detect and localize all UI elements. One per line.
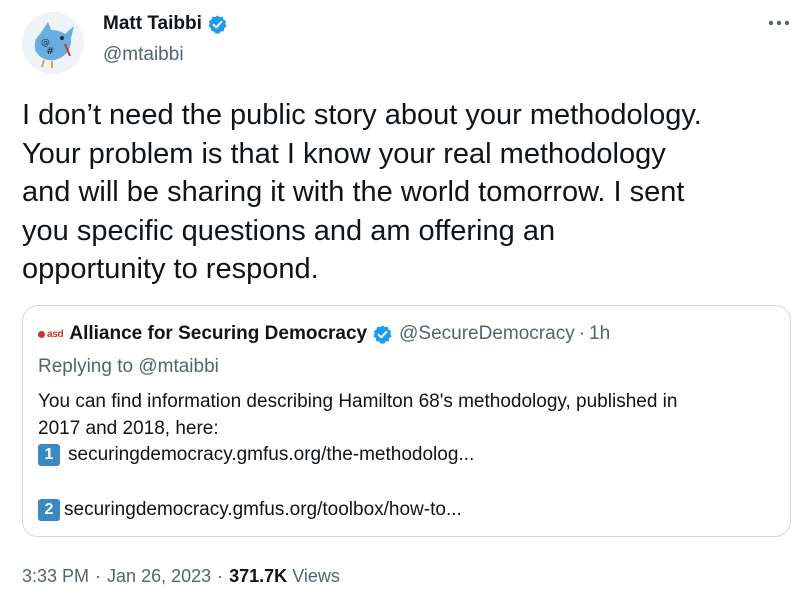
- more-horizontal-icon: [768, 20, 790, 26]
- link-url[interactable]: securingdemocracy.gmfus.org/the-methodol…: [68, 444, 474, 466]
- tweet-text-line: I don’t need the public story about your…: [22, 99, 702, 131]
- replying-to-label: Replying to @mtaibbi: [38, 356, 219, 377]
- verified-badge-icon: [373, 324, 392, 344]
- tweet-text: I don’t need the public story about your…: [22, 96, 797, 289]
- tweet-time[interactable]: 3:33 PM: [22, 566, 89, 587]
- keycap-2-icon: 2: [38, 499, 60, 521]
- more-options-button[interactable]: [766, 10, 792, 36]
- svg-text:#: #: [46, 46, 54, 57]
- author-display-name[interactable]: Matt Taibbi: [103, 13, 202, 35]
- views-label: Views: [292, 566, 340, 586]
- verified-badge-icon: [208, 14, 227, 34]
- blue-bird-avatar-icon: @ #: [22, 12, 84, 74]
- asd-logo-icon: asd: [38, 328, 64, 340]
- quoted-tweet-header: asd Alliance for Securing Democracy @Sec…: [38, 323, 610, 345]
- asd-logo-text: asd: [47, 328, 64, 340]
- quoted-text-line: 2017 and 2018, here:: [38, 418, 219, 439]
- avatar[interactable]: @ #: [22, 12, 84, 74]
- author-handle[interactable]: @mtaibbi: [103, 44, 184, 66]
- tweet-date[interactable]: Jan 26, 2023: [107, 566, 211, 587]
- tweet-text-line: you specific questions and am offering a…: [22, 214, 556, 247]
- separator-dot: ·: [95, 566, 102, 586]
- keycap-1-icon: 1: [38, 444, 60, 466]
- quoted-link-1[interactable]: 1 securingdemocracy.gmfus.org/the-method…: [38, 444, 474, 466]
- asd-logo-dot: [38, 330, 45, 338]
- tweet-text-line: opportunity to respond.: [22, 253, 319, 285]
- quoted-handle[interactable]: @SecureDemocracy: [399, 323, 575, 345]
- tweet-meta: 3:33 PM · Jan 26, 2023 · 371.7K Views: [22, 566, 340, 587]
- quoted-tweet-card[interactable]: asd Alliance for Securing Democracy @Sec…: [22, 305, 791, 537]
- tweet-text-line: Your problem is that I know your real me…: [22, 137, 666, 170]
- quoted-timestamp[interactable]: 1h: [589, 323, 610, 345]
- views-count[interactable]: 371.7K: [229, 566, 287, 587]
- quoted-display-name[interactable]: Alliance for Securing Democracy: [69, 323, 367, 345]
- quoted-link-2[interactable]: 2 securingdemocracy.gmfus.org/toolbox/ho…: [38, 499, 462, 521]
- author-name-row[interactable]: Matt Taibbi: [103, 13, 228, 35]
- quoted-tweet-text: You can find information describing Hami…: [38, 388, 778, 442]
- quoted-text-line: You can find information describing Hami…: [38, 391, 678, 412]
- tweet: @ # Matt Taibbi @mtaibbi I don’t need th…: [0, 0, 808, 601]
- separator-dot: ·: [578, 323, 586, 344]
- link-url[interactable]: securingdemocracy.gmfus.org/toolbox/how-…: [64, 499, 462, 521]
- tweet-text-line: and will be sharing it with the world to…: [22, 176, 685, 208]
- separator-dot: ·: [217, 566, 224, 586]
